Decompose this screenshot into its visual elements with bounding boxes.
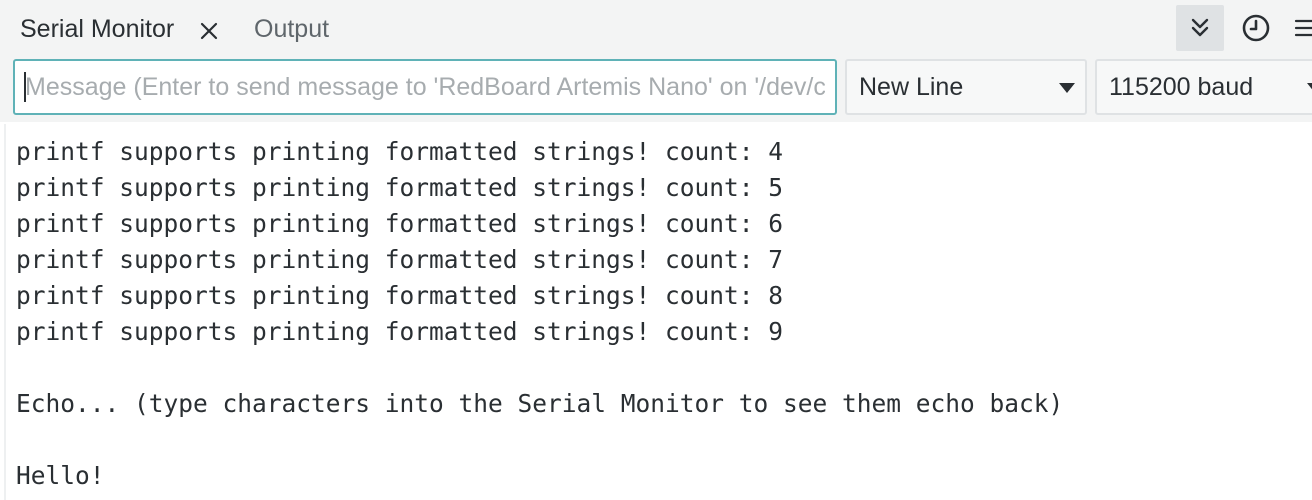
baud-rate-select[interactable]: 115200 baud (1095, 59, 1312, 115)
double-chevron-down-icon (1191, 18, 1209, 37)
output-line: printf supports printing formatted strin… (16, 281, 784, 310)
output-line: Echo... (type characters into the Serial… (16, 389, 1064, 418)
serial-monitor-panel: Serial Monitor Output New (0, 0, 1312, 500)
more-actions-button[interactable] (1285, 5, 1312, 51)
message-input[interactable] (13, 59, 837, 115)
baud-rate-value: 115200 baud (1109, 72, 1254, 101)
line-ending-value: New Line (859, 72, 964, 101)
chevron-down-icon (1307, 83, 1312, 93)
line-ending-select[interactable]: New Line (845, 59, 1087, 115)
message-input-bar: New Line 115200 baud (0, 58, 1312, 122)
serial-output[interactable]: printf supports printing formatted strin… (4, 124, 1312, 500)
output-line: Hello! (16, 461, 105, 490)
output-line: printf supports printing formatted strin… (16, 137, 784, 166)
tab-serial-monitor[interactable]: Serial Monitor (20, 13, 174, 45)
autoscroll-button[interactable] (1176, 5, 1224, 51)
output-line: printf supports printing formatted strin… (16, 245, 784, 274)
menu-icon (1294, 19, 1312, 37)
tab-output[interactable]: Output (254, 13, 329, 45)
output-line: printf supports printing formatted strin… (16, 317, 784, 346)
panel-tab-bar: Serial Monitor Output (0, 0, 1312, 58)
close-icon[interactable] (198, 20, 220, 42)
chevron-down-icon (1059, 83, 1075, 93)
text-caret (24, 72, 26, 102)
clock-icon (1242, 14, 1270, 42)
output-line: printf supports printing formatted strin… (16, 173, 784, 202)
toggle-timestamp-button[interactable] (1232, 5, 1280, 51)
output-line: printf supports printing formatted strin… (16, 209, 784, 238)
